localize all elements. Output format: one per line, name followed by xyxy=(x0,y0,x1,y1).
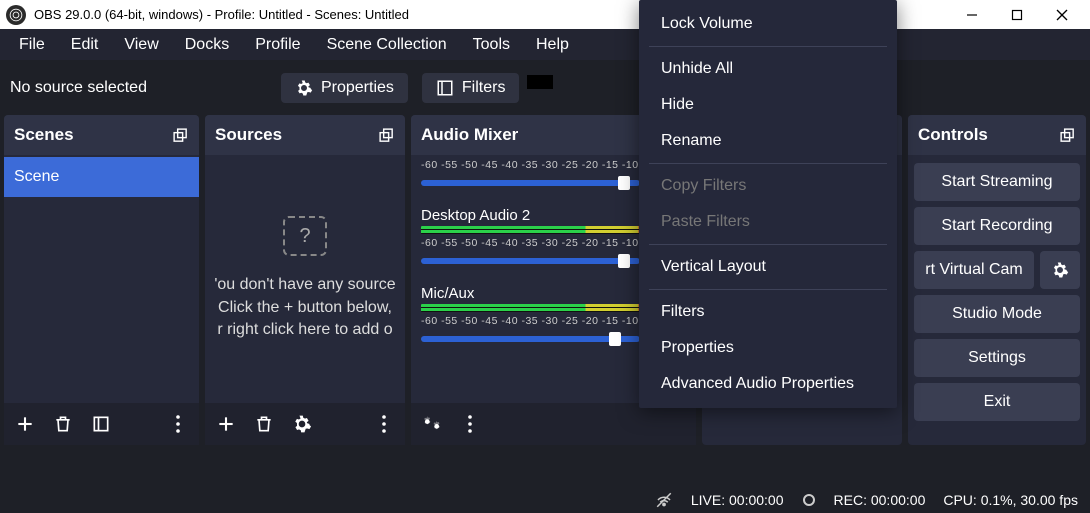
controls-dock: Controls Start Streaming Start Recording… xyxy=(908,115,1086,445)
properties-button-label: Properties xyxy=(321,79,394,97)
channel-name: Mic/Aux xyxy=(421,285,474,302)
context-menu-item[interactable]: Advanced Audio Properties xyxy=(639,366,897,402)
settings-button[interactable]: Settings xyxy=(914,339,1080,377)
no-source-label: No source selected xyxy=(10,79,267,97)
dock-row: Scenes Scene Sources xyxy=(0,115,1090,445)
undock-icon[interactable] xyxy=(172,127,189,144)
menu-help[interactable]: Help xyxy=(523,32,582,58)
maximize-button[interactable] xyxy=(994,0,1039,29)
menu-scene-collection[interactable]: Scene Collection xyxy=(314,32,460,58)
sources-empty-line: Click the + button below, xyxy=(218,297,392,319)
context-menu-item[interactable]: Vertical Layout xyxy=(639,249,897,285)
sources-empty-line: r right click here to add o xyxy=(217,319,392,341)
obs-logo-icon xyxy=(6,5,26,25)
ctrl-label: Studio Mode xyxy=(952,305,1042,323)
status-rec: REC: 00:00:00 xyxy=(834,492,926,508)
controls-header: Controls xyxy=(908,115,1086,155)
properties-button[interactable]: Properties xyxy=(281,73,408,103)
context-menu-item[interactable]: Properties xyxy=(639,330,897,366)
undock-icon[interactable] xyxy=(1059,127,1076,144)
volume-slider[interactable] xyxy=(421,258,640,264)
status-cpu: CPU: 0.1%, 30.00 fps xyxy=(943,492,1078,508)
filters-button[interactable]: Filters xyxy=(422,73,520,103)
gear-icon xyxy=(295,79,313,97)
context-menu-item[interactable]: Hide xyxy=(639,87,897,123)
context-menu-item: Copy Filters xyxy=(639,168,897,204)
undock-icon[interactable] xyxy=(378,127,395,144)
delete-source-button[interactable] xyxy=(251,411,277,437)
scenes-dock: Scenes Scene xyxy=(4,115,199,445)
record-status-icon xyxy=(802,493,816,507)
add-source-button[interactable] xyxy=(213,411,239,437)
titlebar: OBS 29.0.0 (64-bit, windows) - Profile: … xyxy=(0,0,1090,29)
sources-header: Sources xyxy=(205,115,405,155)
channel-name: Desktop Audio 2 xyxy=(421,207,530,224)
context-menu-item[interactable]: Rename xyxy=(639,123,897,159)
statusbar: LIVE: 00:00:00 REC: 00:00:00 CPU: 0.1%, … xyxy=(0,487,1090,513)
start-streaming-button[interactable]: Start Streaming xyxy=(914,163,1080,201)
volume-slider[interactable] xyxy=(421,180,640,186)
sources-more-button[interactable] xyxy=(371,411,397,437)
scenes-list[interactable]: Scene xyxy=(4,155,199,403)
status-live: LIVE: 00:00:00 xyxy=(691,492,784,508)
source-settings-button[interactable] xyxy=(289,411,315,437)
menu-separator xyxy=(649,163,887,164)
mixer-advanced-button[interactable] xyxy=(419,411,445,437)
context-menu-item: Paste Filters xyxy=(639,204,897,240)
mixer-footer xyxy=(411,403,696,445)
menu-separator xyxy=(649,46,887,47)
sources-empty-line: 'ou don't have any source xyxy=(214,274,395,296)
controls-title: Controls xyxy=(918,125,988,145)
menu-file[interactable]: File xyxy=(6,32,58,58)
sources-footer xyxy=(205,403,405,445)
volume-slider[interactable] xyxy=(421,336,640,342)
menu-edit[interactable]: Edit xyxy=(58,32,112,58)
filters-icon xyxy=(436,79,454,97)
ctrl-label: Exit xyxy=(984,393,1011,411)
scene-item[interactable]: Scene xyxy=(4,157,199,197)
close-button[interactable] xyxy=(1039,0,1084,29)
scenes-header: Scenes xyxy=(4,115,199,155)
menu-separator xyxy=(649,289,887,290)
menu-profile[interactable]: Profile xyxy=(242,32,313,58)
context-menu-item[interactable]: Filters xyxy=(639,294,897,330)
menubar: File Edit View Docks Profile Scene Colle… xyxy=(0,29,1090,60)
ctrl-label: Start Streaming xyxy=(941,173,1052,191)
ctrl-label: rt Virtual Cam xyxy=(925,261,1023,279)
add-scene-button[interactable] xyxy=(12,411,38,437)
start-recording-button[interactable]: Start Recording xyxy=(914,207,1080,245)
preview-black-patch xyxy=(527,75,553,89)
gear-icon xyxy=(1051,261,1069,279)
sources-empty[interactable]: ? 'ou don't have any source Click the + … xyxy=(205,155,405,403)
delete-scene-button[interactable] xyxy=(50,411,76,437)
sources-title: Sources xyxy=(215,125,282,145)
context-menu-item[interactable]: Lock Volume xyxy=(639,6,897,42)
minimize-button[interactable] xyxy=(949,0,994,29)
menu-tools[interactable]: Tools xyxy=(460,32,523,58)
virtual-cam-settings-button[interactable] xyxy=(1040,251,1080,289)
virtual-cam-button[interactable]: rt Virtual Cam xyxy=(914,251,1034,289)
scene-item-label: Scene xyxy=(14,168,59,186)
context-menu-item[interactable]: Unhide All xyxy=(639,51,897,87)
audio-mixer-context-menu: Lock Volume Unhide AllHideRename Copy Filt… xyxy=(639,0,897,408)
scenes-more-button[interactable] xyxy=(165,411,191,437)
ctrl-label: Start Recording xyxy=(941,217,1052,235)
menu-separator xyxy=(649,244,887,245)
mixer-title: Audio Mixer xyxy=(421,125,518,145)
filters-button-label: Filters xyxy=(462,79,506,97)
mixer-more-button[interactable] xyxy=(457,411,483,437)
network-icon xyxy=(655,491,673,509)
sources-dock: Sources ? 'ou don't have any source Clic… xyxy=(205,115,405,445)
question-placeholder-icon: ? xyxy=(283,216,327,256)
menu-docks[interactable]: Docks xyxy=(172,32,242,58)
scene-filters-button[interactable] xyxy=(88,411,114,437)
studio-mode-button[interactable]: Studio Mode xyxy=(914,295,1080,333)
menu-view[interactable]: View xyxy=(111,32,171,58)
exit-button[interactable]: Exit xyxy=(914,383,1080,421)
ctrl-label: Settings xyxy=(968,349,1026,367)
scenes-title: Scenes xyxy=(14,125,74,145)
scenes-footer xyxy=(4,403,199,445)
